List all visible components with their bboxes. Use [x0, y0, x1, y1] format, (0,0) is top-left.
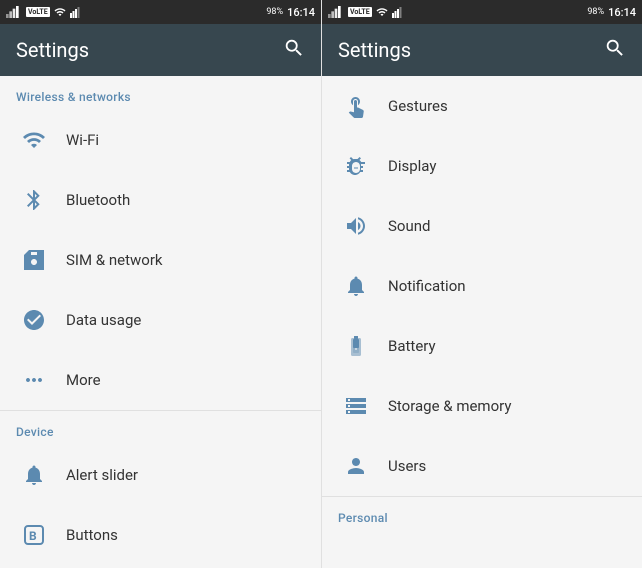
alert-slider-icon [16, 457, 52, 493]
left-app-bar: Settings [0, 24, 321, 76]
more-icon [16, 362, 52, 398]
battery-item[interactable]: Battery [322, 316, 642, 376]
wifi-status-icon [54, 6, 66, 18]
display-icon [338, 148, 374, 184]
alert-slider-item[interactable]: Alert slider [0, 445, 321, 505]
wifi-icon [16, 122, 52, 158]
more-item[interactable]: More [0, 350, 321, 410]
wifi-item[interactable]: Wi-Fi [0, 110, 321, 170]
right-signal-bars-icon [328, 6, 344, 18]
data-usage-label: Data usage [66, 311, 141, 329]
wifi-label: Wi-Fi [66, 131, 99, 149]
left-panel: VoLTE 98% 16:14 Settings [0, 0, 321, 568]
right-panel: VoLTE 98% 16:14 Settings [321, 0, 642, 568]
data-usage-item[interactable]: Data usage [0, 290, 321, 350]
buttons-label: Buttons [66, 526, 118, 544]
storage-label: Storage & memory [388, 397, 511, 415]
storage-icon [338, 388, 374, 424]
volte-badge-left: VoLTE [26, 7, 50, 17]
sim-icon [16, 242, 52, 278]
personal-label: Personal [322, 497, 642, 531]
notification-label: Notification [388, 277, 466, 295]
right-status-bar: VoLTE 98% 16:14 [322, 0, 642, 24]
right-battery: 98% [587, 7, 604, 17]
right-status-icons: VoLTE [328, 6, 404, 18]
right-search-button[interactable] [604, 37, 626, 64]
more-label: More [66, 371, 101, 389]
left-settings-list: Wireless & networks Wi-Fi Bluetooth [0, 76, 321, 568]
volte-badge-right: VoLTE [348, 7, 372, 17]
alert-slider-label: Alert slider [66, 466, 138, 484]
svg-text:B: B [29, 529, 37, 543]
notification-icon [338, 268, 374, 304]
left-battery: 98% [266, 7, 283, 17]
left-status-bar: VoLTE 98% 16:14 [0, 0, 321, 24]
users-label: Users [388, 457, 426, 475]
buttons-item[interactable]: B Buttons [0, 505, 321, 565]
users-icon [338, 448, 374, 484]
left-search-button[interactable] [283, 37, 305, 64]
storage-item[interactable]: Storage & memory [322, 376, 642, 436]
sim-item[interactable]: SIM & network [0, 230, 321, 290]
right-signal-icon [392, 6, 404, 18]
bluetooth-label: Bluetooth [66, 191, 130, 209]
right-status-right: 98% 16:14 [587, 6, 636, 19]
gestures-label: Gestures [388, 97, 448, 115]
right-wifi-status-icon [376, 6, 388, 18]
display-item[interactable]: Display [322, 136, 642, 196]
device-label: Device [0, 411, 321, 445]
right-app-bar: Settings [322, 24, 642, 76]
left-status-right: 98% 16:14 [266, 6, 315, 19]
display-label: Display [388, 157, 436, 175]
battery-label: Battery [388, 337, 436, 355]
right-settings-list: Gestures Display Sound [322, 76, 642, 568]
sound-item[interactable]: Sound [322, 196, 642, 256]
sound-icon [338, 208, 374, 244]
sound-label: Sound [388, 217, 430, 235]
left-settings-title: Settings [16, 38, 89, 62]
signal-bars-icon [6, 6, 22, 18]
gestures-icon [338, 88, 374, 124]
bluetooth-icon [16, 182, 52, 218]
left-time: 16:14 [287, 6, 315, 19]
right-settings-title: Settings [338, 38, 411, 62]
buttons-icon: B [16, 517, 52, 553]
left-status-icons: VoLTE [6, 6, 82, 18]
battery-icon [338, 328, 374, 364]
users-item[interactable]: Users [322, 436, 642, 496]
notification-item[interactable]: Notification [322, 256, 642, 316]
data-usage-icon [16, 302, 52, 338]
sim-label: SIM & network [66, 251, 163, 269]
signal-icon-left [70, 6, 82, 18]
gestures-item[interactable]: Gestures [322, 76, 642, 136]
bluetooth-item[interactable]: Bluetooth [0, 170, 321, 230]
wireless-networks-label: Wireless & networks [0, 76, 321, 110]
right-time: 16:14 [608, 6, 636, 19]
